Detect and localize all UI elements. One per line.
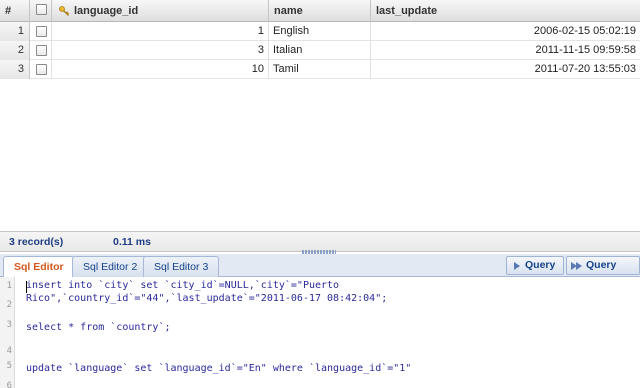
header-name[interactable]: name	[269, 0, 371, 22]
line-number: 4	[6, 346, 12, 356]
play-icon	[514, 262, 520, 270]
code-line[interactable]: select * from `country`;	[26, 322, 171, 333]
header-row-number: #	[0, 0, 30, 22]
tab-sql-editor-2[interactable]: Sql Editor 2	[72, 256, 149, 277]
row-select-cell[interactable]	[30, 60, 52, 79]
header-language-id[interactable]: language_id	[52, 0, 269, 22]
row-number: 1	[0, 22, 30, 41]
cell-language-id[interactable]: 1	[52, 22, 269, 41]
cell-last-update[interactable]: 2006-02-15 05:02:19	[371, 22, 640, 41]
table-row[interactable]: 2 3 Italian 2011-11-15 09:59:58	[0, 41, 640, 60]
query-button-label: Query	[525, 259, 556, 271]
cell-last-update[interactable]: 2011-11-15 09:59:58	[371, 41, 640, 60]
row-checkbox[interactable]	[36, 45, 47, 56]
header-last-update[interactable]: last_update	[371, 0, 640, 22]
line-number: 1	[6, 281, 12, 291]
row-checkbox[interactable]	[36, 64, 47, 75]
cell-language-id[interactable]: 10	[52, 60, 269, 79]
cell-name[interactable]: Italian	[269, 41, 371, 60]
record-count: 3 record(s)	[9, 236, 64, 248]
line-number: 3	[6, 320, 12, 330]
cell-name[interactable]: English	[269, 22, 371, 41]
table-row[interactable]: 1 1 English 2006-02-15 05:02:19	[0, 22, 640, 41]
code-line[interactable]: insert into `city` set `city_id`=NULL,`c…	[26, 280, 339, 291]
tab-sql-editor-3[interactable]: Sql Editor 3	[143, 256, 220, 277]
sql-editor[interactable]: 1 2 3 4 5 6 insert into `city` set `city…	[0, 277, 640, 388]
row-checkbox[interactable]	[36, 26, 47, 37]
editor-tab-bar: Sql Editor Sql Editor 2 Sql Editor 3 Que…	[0, 254, 640, 288]
header-select-all[interactable]	[30, 0, 52, 22]
grid-header: # language_id name last_update	[0, 0, 640, 22]
line-number-gutter: 1 2 3 4 5 6	[0, 277, 15, 388]
row-number: 3	[0, 60, 30, 79]
cell-language-id[interactable]: 3	[52, 41, 269, 60]
code-line[interactable]: update `language` set `language_id`="En"…	[26, 363, 411, 374]
line-number: 6	[6, 381, 12, 388]
table-row[interactable]: 3 10 Tamil 2011-07-20 13:55:03	[0, 60, 640, 79]
result-grid: # language_id name last_update 1 1 Engli…	[0, 0, 640, 232]
status-bar: 3 record(s) 0.11 ms	[0, 232, 640, 252]
row-number: 2	[0, 41, 30, 60]
row-select-cell[interactable]	[30, 41, 52, 60]
cell-name[interactable]: Tamil	[269, 60, 371, 79]
row-select-cell[interactable]	[30, 22, 52, 41]
query-time: 0.11 ms	[113, 236, 151, 248]
select-all-checkbox[interactable]	[36, 4, 47, 15]
code-line[interactable]: Rico",`country_id`="44",`last_update`="2…	[26, 293, 387, 304]
query-all-button[interactable]: Query All	[566, 256, 640, 288]
tab-sql-editor[interactable]: Sql Editor	[3, 256, 75, 278]
header-language-id-label: language_id	[74, 5, 139, 17]
cell-last-update[interactable]: 2011-07-20 13:55:03	[371, 60, 640, 79]
key-icon	[59, 6, 70, 16]
query-button[interactable]: Query	[506, 256, 565, 275]
play-icon	[576, 262, 582, 270]
line-number: 2	[6, 300, 12, 310]
line-number: 5	[6, 361, 12, 371]
